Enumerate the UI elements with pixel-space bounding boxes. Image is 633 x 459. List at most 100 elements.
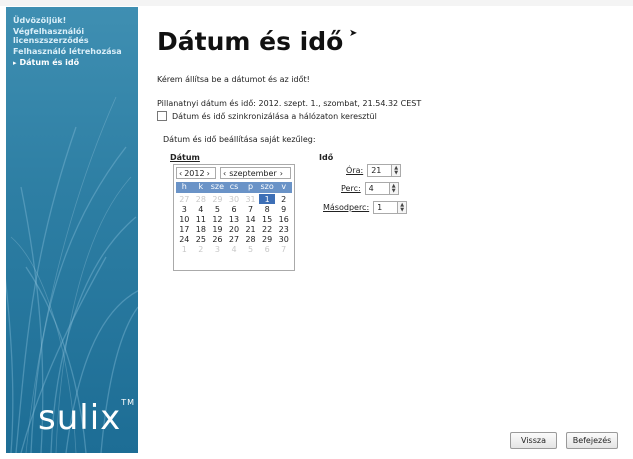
second-stepper[interactable]: ▲ ▼ bbox=[398, 201, 408, 214]
calendar-day[interactable]: 10 bbox=[176, 214, 193, 224]
calendar-day[interactable]: 9 bbox=[275, 204, 292, 214]
calendar-day[interactable]: 24 bbox=[176, 234, 193, 244]
calendar-day[interactable]: 7 bbox=[242, 204, 259, 214]
calendar-day[interactable]: 14 bbox=[242, 214, 259, 224]
calendar-day[interactable]: 21 bbox=[242, 224, 259, 234]
calendar-day[interactable]: 8 bbox=[259, 204, 276, 214]
minute-label: Perc: bbox=[341, 184, 361, 193]
calendar-day[interactable]: 7 bbox=[275, 244, 292, 254]
month-value: szeptember bbox=[229, 168, 277, 178]
sync-checkbox[interactable] bbox=[157, 111, 167, 121]
month-selector[interactable]: ‹ szeptember › bbox=[220, 167, 291, 179]
calendar-day[interactable]: 15 bbox=[259, 214, 276, 224]
mouse-pointer-icon: ➤ bbox=[349, 28, 358, 39]
calendar-day[interactable]: 20 bbox=[226, 224, 243, 234]
down-arrow-icon[interactable]: ▼ bbox=[392, 188, 396, 194]
step-welcome: Üdvözöljük! bbox=[13, 16, 67, 25]
finish-button[interactable]: Befejezés bbox=[566, 432, 618, 449]
calendar-day[interactable]: 28 bbox=[193, 194, 210, 204]
second-label: Másodperc: bbox=[323, 203, 370, 212]
calendar-day[interactable]: 18 bbox=[193, 224, 210, 234]
installer-window: Üdvözöljük! Végfelhasználói licenszszerz… bbox=[0, 0, 633, 459]
calendar-day[interactable]: 29 bbox=[209, 194, 226, 204]
intro-text: Kérem állítsa be a dátumot és az időt! bbox=[157, 75, 310, 84]
weekday-header: h k sze cs p szo v bbox=[176, 182, 292, 193]
calendar-day[interactable]: 23 bbox=[275, 224, 292, 234]
calendar-day[interactable]: 19 bbox=[209, 224, 226, 234]
calendar-day[interactable]: 22 bbox=[259, 224, 276, 234]
calendar-day[interactable]: 3 bbox=[209, 244, 226, 254]
calendar-day[interactable]: 3 bbox=[176, 204, 193, 214]
hour-spinner[interactable]: 21 ▲ ▼ bbox=[367, 164, 402, 177]
sulix-logo: sulixTM bbox=[38, 398, 135, 438]
page-title: Dátum és idő bbox=[157, 27, 344, 56]
manual-setting-label: Dátum és idő beállítása saját kezűleg: bbox=[163, 135, 316, 144]
calendar-day[interactable]: 17 bbox=[176, 224, 193, 234]
step-date-time: Dátum és idő bbox=[13, 58, 133, 68]
down-arrow-icon[interactable]: ▼ bbox=[394, 170, 398, 176]
weekday-sun: v bbox=[281, 182, 287, 191]
time-section-label: Idő bbox=[319, 153, 334, 162]
current-datetime: Pillanatnyi dátum és idő: 2012. szept. 1… bbox=[157, 99, 422, 108]
calendar-day[interactable]: 1 bbox=[176, 244, 193, 254]
calendar-day[interactable]: 12 bbox=[209, 214, 226, 224]
calendar-nav: ‹ 2012 › ‹ szeptember › bbox=[176, 167, 292, 179]
calendar-day[interactable]: 30 bbox=[226, 194, 243, 204]
sync-option[interactable]: Dátum és idő szinkronizálása a hálózaton… bbox=[157, 111, 377, 121]
sidebar: Üdvözöljük! Végfelhasználói licenszszerz… bbox=[6, 7, 138, 453]
calendar-day[interactable]: 26 bbox=[209, 234, 226, 244]
calendar-day[interactable]: 28 bbox=[242, 234, 259, 244]
month-next-icon[interactable]: › bbox=[280, 169, 283, 178]
calendar[interactable]: ‹ 2012 › ‹ szeptember › h k sze cs p szo… bbox=[173, 164, 295, 271]
calendar-day[interactable]: 27 bbox=[226, 234, 243, 244]
calendar-day[interactable]: 1 bbox=[258, 194, 276, 204]
year-prev-icon[interactable]: ‹ bbox=[179, 169, 182, 178]
weekday-sat: szo bbox=[260, 182, 274, 191]
year-next-icon[interactable]: › bbox=[207, 169, 210, 178]
down-arrow-icon[interactable]: ▼ bbox=[400, 207, 404, 213]
logo-trademark: TM bbox=[121, 398, 136, 407]
step-list: Üdvözöljük! Végfelhasználói licenszszerz… bbox=[13, 16, 133, 70]
calendar-day[interactable]: 4 bbox=[226, 244, 243, 254]
day-grid: 27 28 29 30 31 1 2 3 4 5 6 7 8 9 10 11 12 13 14 15 16 17 18 19 2… bbox=[176, 194, 292, 254]
minute-stepper[interactable]: ▲ ▼ bbox=[389, 182, 399, 195]
hour-input[interactable]: 21 bbox=[367, 164, 393, 177]
sync-label[interactable]: Dátum és idő szinkronizálása a hálózaton… bbox=[172, 112, 377, 121]
calendar-day[interactable]: 4 bbox=[193, 204, 210, 214]
calendar-day[interactable]: 16 bbox=[275, 214, 292, 224]
weekday-tue: k bbox=[198, 182, 204, 191]
calendar-day[interactable]: 5 bbox=[209, 204, 226, 214]
calendar-day[interactable]: 27 bbox=[176, 194, 193, 204]
hour-stepper[interactable]: ▲ ▼ bbox=[392, 164, 402, 177]
year-selector[interactable]: ‹ 2012 › bbox=[176, 167, 216, 179]
calendar-day[interactable]: 13 bbox=[226, 214, 243, 224]
weekday-fri: p bbox=[248, 182, 254, 191]
calendar-day[interactable]: 5 bbox=[242, 244, 259, 254]
second-spinner[interactable]: 1 ▲ ▼ bbox=[373, 201, 408, 214]
calendar-day[interactable]: 11 bbox=[193, 214, 210, 224]
back-button-label[interactable]: Vissza bbox=[521, 436, 546, 445]
calendar-day[interactable]: 6 bbox=[259, 244, 276, 254]
window-top-edge bbox=[0, 0, 633, 6]
hour-row: Óra: 21 ▲ ▼ bbox=[346, 164, 402, 177]
calendar-day[interactable]: 2 bbox=[193, 244, 210, 254]
calendar-day[interactable]: 2 bbox=[275, 194, 292, 204]
second-input[interactable]: 1 bbox=[373, 201, 399, 214]
weekday-mon: h bbox=[181, 182, 187, 191]
month-prev-icon[interactable]: ‹ bbox=[223, 169, 226, 178]
main-content: Dátum és idő Kérem állítsa be a dátumot … bbox=[139, 7, 626, 453]
calendar-day[interactable]: 31 bbox=[242, 194, 259, 204]
finish-button-label[interactable]: Befejezés bbox=[573, 436, 612, 445]
calendar-day[interactable]: 25 bbox=[193, 234, 210, 244]
weekday-thu: cs bbox=[229, 182, 239, 191]
calendar-day[interactable]: 29 bbox=[259, 234, 276, 244]
minute-row: Perc: 4 ▲ ▼ bbox=[341, 182, 399, 195]
date-section-label: Dátum bbox=[170, 153, 200, 162]
calendar-day[interactable]: 30 bbox=[275, 234, 292, 244]
calendar-day[interactable]: 6 bbox=[226, 204, 243, 214]
second-row: Másodperc: 1 ▲ ▼ bbox=[323, 201, 408, 214]
minute-spinner[interactable]: 4 ▲ ▼ bbox=[364, 182, 399, 195]
back-button[interactable]: Vissza bbox=[510, 432, 557, 449]
weekday-wed: sze bbox=[210, 182, 225, 191]
minute-input[interactable]: 4 bbox=[364, 182, 390, 195]
